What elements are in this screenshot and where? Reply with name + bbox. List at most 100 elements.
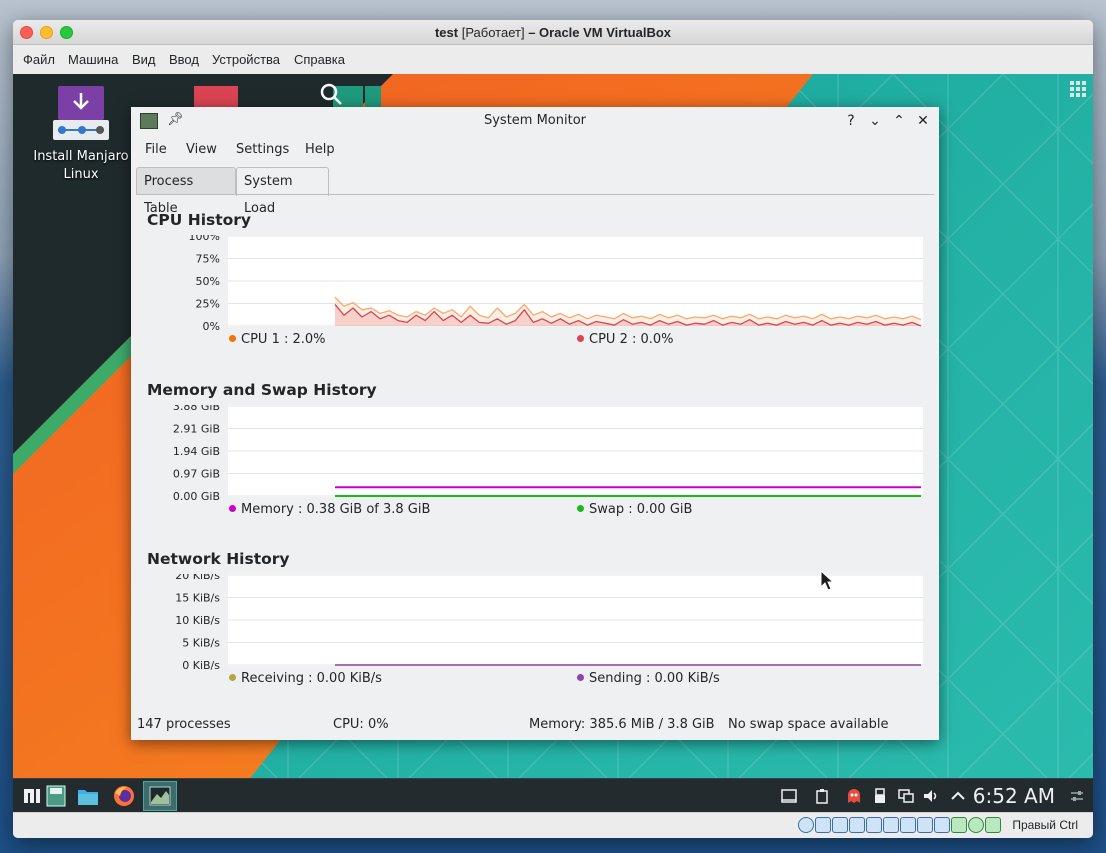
y-tick-label: 100% [189,235,220,243]
video-capture-icon[interactable] [917,817,933,833]
network-icon[interactable] [898,788,914,804]
maximize-icon[interactable]: ⌃ [891,107,907,135]
y-tick-label: 5 KiB/s [182,637,220,650]
system-monitor-app-icon[interactable] [140,113,158,129]
desktop-icon-green[interactable] [319,82,381,108]
cpu-history-chart: 100% 75% 50% 25% 0% [189,235,923,331]
y-tick-label: 0 KiB/s [182,659,220,670]
cpu-history-section: CPU History 100% 75% 50% 25% 0% CPU 1 : 2.0%… [147,211,923,359]
volume-icon[interactable] [923,788,939,804]
menu-view[interactable]: Вид [132,52,156,67]
y-tick-label: 20 KiB/s [175,574,220,582]
installer-icon [53,86,109,142]
display-icon[interactable] [883,817,899,833]
swap-legend: Swap : 0.00 GiB [577,502,692,517]
memory-history-chart: 3.88 GiB 2.91 GiB 1.94 GiB 0.97 GiB 0.00 GiB [173,405,923,501]
show-desktop-icon[interactable] [43,783,69,809]
mouse-integration-icon[interactable] [968,817,984,833]
menu-file[interactable]: File [145,142,167,157]
virtualbox-statusbar: Правый Ctrl [13,812,1093,838]
menu-help[interactable]: Справка [294,52,345,67]
panel-settings-icon[interactable] [1069,788,1085,804]
menu-machine[interactable]: Машина [68,52,118,67]
floppy-icon[interactable] [832,817,848,833]
status-processes: 147 processes [137,717,231,732]
vm-name: test [434,25,459,40]
close-icon[interactable]: ✕ [915,107,931,135]
minimize-button[interactable] [40,26,53,39]
help-icon[interactable]: ? [843,107,859,135]
receiving-legend-label: Receiving : 0.00 KiB/s [241,671,382,686]
menu-input[interactable]: Ввод [169,52,199,67]
menu-devices[interactable]: Устройства [212,52,280,67]
receiving-legend: Receiving : 0.00 KiB/s [229,671,382,686]
hard-disk-icon[interactable] [815,817,831,833]
optical-drive-icon[interactable] [798,817,814,833]
menu-view[interactable]: View [186,142,217,157]
swap-legend-label: Swap : 0.00 GiB [589,502,693,517]
y-tick-label: 15 KiB/s [175,592,220,605]
virtualbox-window: test [Работает] – Oracle VM VirtualBox Ф… [13,20,1093,838]
firefox-icon[interactable] [111,783,137,809]
system-monitor-task[interactable] [143,781,177,811]
pin-icon[interactable]: 📌︎ [167,112,184,128]
network-history-chart: 20 KiB/s 15 KiB/s 10 KiB/s 5 KiB/s 0 KiB/s [175,574,923,670]
status-swap: No swap space available [728,717,889,732]
menu-file[interactable]: Файл [23,52,55,67]
recording-icon[interactable] [934,817,950,833]
clock[interactable]: 6:52 AM [973,781,1055,811]
shared-folders-icon[interactable] [866,817,882,833]
close-button[interactable] [20,26,33,39]
cpu2-legend: CPU 2 : 0.0% [577,332,674,347]
y-tick-label: 3.88 GiB [173,405,220,413]
cpu2-legend-dot [577,335,584,342]
icon-label-line1: Install Manjaro [33,149,129,164]
minimize-icon[interactable]: ⌄ [867,107,883,135]
usb-device-icon[interactable] [872,788,888,804]
install-manjaro-icon[interactable]: Install Manjaro Linux [31,86,131,184]
desktop-grid-icon[interactable] [1065,76,1089,100]
guest-screen[interactable]: Install Manjaro Linux 📌︎ System Monitor … [13,74,1093,812]
y-tick-label: 10 KiB/s [175,614,220,627]
sysmon-titlebar[interactable]: 📌︎ System Monitor ? ⌄ ⌃ ✕ [131,107,939,135]
keyboard-icon[interactable] [985,817,1001,833]
menu-settings[interactable]: Settings [236,142,289,157]
desktop-icon-red[interactable] [194,86,238,108]
window-icon[interactable] [781,788,797,804]
clipboard-icon[interactable] [814,788,830,804]
tab-system-load[interactable]: System Load [236,167,329,216]
cpu-icon[interactable] [951,817,967,833]
file-manager-icon[interactable] [75,783,101,809]
cpu1-legend: CPU 1 : 2.0% [229,332,326,347]
y-tick-label: 50% [196,275,220,288]
y-tick-label: 0.00 GiB [173,490,220,501]
sysmon-menubar: File View Settings Help [131,139,939,163]
usb-icon[interactable] [900,817,916,833]
chevron-up-icon[interactable] [950,788,966,804]
tab-divider [136,194,934,195]
vm-state: [Работает] [461,25,525,40]
y-tick-label: 1.94 GiB [173,445,220,458]
application-menu-icon[interactable] [19,783,45,809]
system-monitor-window: 📌︎ System Monitor ? ⌄ ⌃ ✕ File View Sett… [131,107,939,740]
y-tick-label: 2.91 GiB [173,423,220,436]
network-heading: Network History [147,550,290,568]
memory-heading: Memory and Swap History [147,381,377,399]
window-title: System Monitor [483,113,587,128]
audio-icon[interactable] [849,817,865,833]
sending-legend: Sending : 0.00 KiB/s [577,671,720,686]
memory-legend-dot [229,505,236,512]
icon-label-line2: Linux [63,167,99,182]
ghost-icon[interactable] [846,788,862,804]
cpu1-legend-dot [229,335,236,342]
tab-process-table[interactable]: Process Table [136,167,236,216]
memory-legend: Memory : 0.38 GiB of 3.8 GiB [229,502,430,517]
virtualbox-menubar: Файл Машина Вид Ввод Устройства Справка [13,46,1093,73]
zoom-button[interactable] [60,26,73,39]
y-tick-label: 0% [203,320,220,331]
menu-help[interactable]: Help [305,142,335,157]
sending-legend-label: Sending : 0.00 KiB/s [589,671,720,686]
virtualbox-titlebar: test [Работает] – Oracle VM VirtualBox [13,20,1093,45]
status-memory: Memory: 385.6 MiB / 3.8 GiB [529,717,715,732]
cpu1-legend-label: CPU 1 : 2.0% [241,332,326,347]
